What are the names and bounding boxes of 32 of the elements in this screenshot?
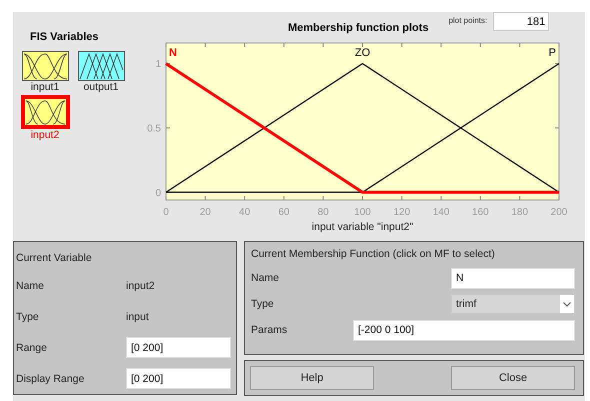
x-tick-label: 80 [318,207,329,218]
panel-title: Current Variable [16,252,92,264]
x-tick-label: 200 [550,207,568,218]
field-label: Type [251,298,274,310]
field-value: input2 [126,280,155,292]
variable-label: output1 [83,81,119,93]
x-axis-label: input variable "input2" [312,221,414,233]
x-tick-label: 180 [511,207,528,218]
x-tick-label: 100 [354,207,371,218]
field-label: Name [251,272,280,284]
x-tick-label: 140 [432,207,450,218]
panel-title: Current Membership Function (click on MF to select) [251,248,496,260]
y-tick-label: 1 [155,59,161,70]
variable-label: input2 [30,129,60,141]
field-label: Range [16,342,48,354]
field-label: Type [16,310,40,322]
x-tick-label: 0 [163,207,169,218]
x-tick-label: 20 [200,207,211,218]
x-tick-label: 120 [393,207,410,218]
field-label: Params [251,324,288,336]
x-tick-label: 160 [472,207,489,218]
y-tick-label: 0.5 [147,123,161,134]
field-label: Name [16,280,46,292]
field-value: input [126,310,149,322]
x-tick-label: 60 [278,207,290,218]
field-label: Display Range [16,372,86,384]
y-tick-label: 0 [155,188,161,199]
x-tick-label: 40 [239,207,250,218]
variable-label: input1 [30,81,60,93]
plot-points-label: plot points: [448,16,488,25]
panel-title: FIS Variables [30,31,98,43]
plot-title: Membership function plots [288,22,429,34]
